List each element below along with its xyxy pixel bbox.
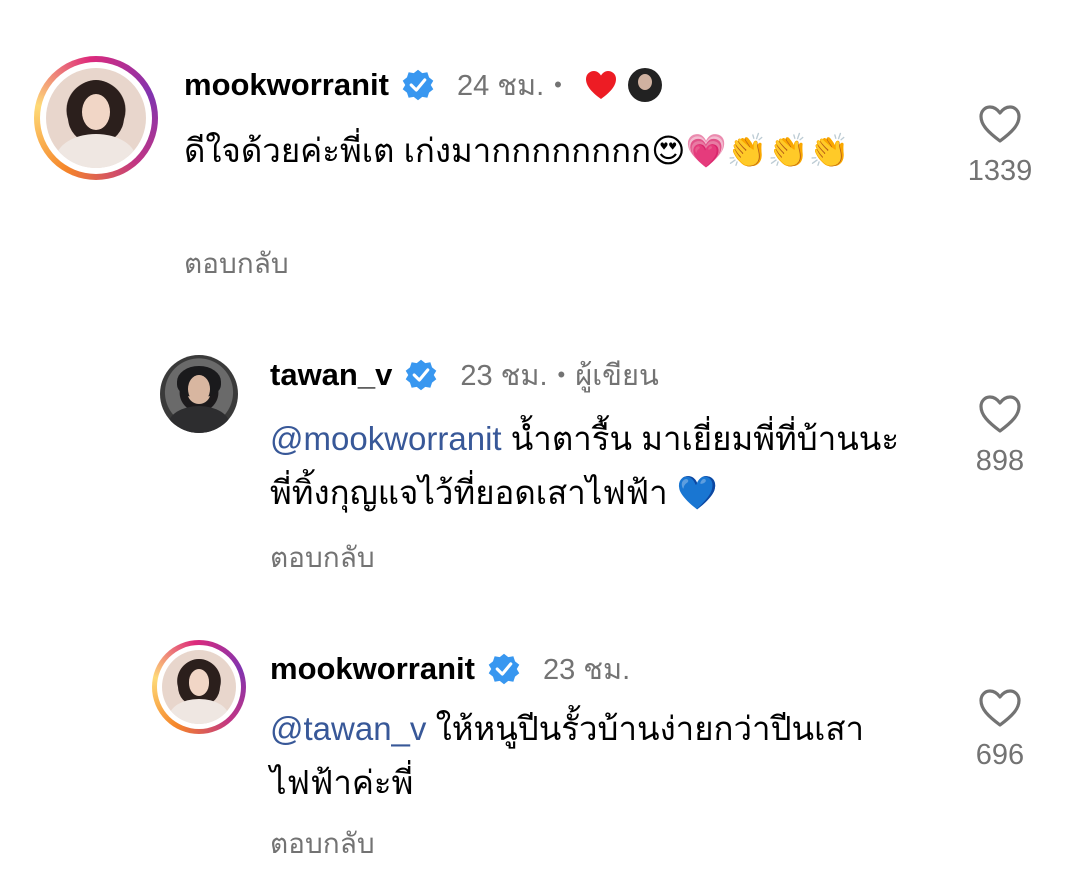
story-ring-avatar[interactable]	[34, 56, 158, 180]
reply-button[interactable]: ตอบกลับ	[270, 822, 375, 866]
reply-button[interactable]: ตอบกลับ	[184, 242, 289, 286]
story-ring-avatar[interactable]	[152, 640, 246, 734]
avatar	[46, 68, 146, 168]
verified-badge-icon	[406, 359, 437, 391]
heart-outline-icon[interactable]	[978, 104, 1022, 144]
timestamp: 23 ชม.	[542, 654, 631, 686]
separator-dot: •	[557, 362, 566, 387]
heart-outline-icon[interactable]	[978, 394, 1022, 434]
separator-dot: •	[554, 72, 562, 97]
timestamp: 24 ชม.	[456, 70, 545, 102]
like-control[interactable]: 696	[950, 688, 1050, 772]
author-label: ผู้เขียน	[575, 360, 659, 392]
like-control[interactable]: 1339	[950, 104, 1050, 188]
username[interactable]: mookworranit	[270, 651, 475, 687]
like-control[interactable]: 898	[950, 394, 1050, 478]
heart-outline-icon[interactable]	[978, 688, 1022, 728]
like-count: 1339	[967, 155, 1033, 187]
comment-text: ดีใจด้วยค่ะพี่เต เก่งมากกกกกกกก😍💗👏👏👏	[184, 132, 850, 169]
avatar-image	[160, 355, 238, 433]
verified-badge-icon	[402, 69, 434, 101]
mention-link[interactable]: @tawan_v	[270, 710, 426, 747]
username[interactable]: mookworranit	[184, 67, 389, 103]
verified-badge-icon	[488, 653, 520, 685]
username[interactable]: tawan_v	[270, 357, 392, 393]
like-count: 696	[975, 739, 1025, 771]
mention-link[interactable]: @mookworranit	[270, 420, 502, 457]
like-count: 898	[975, 445, 1025, 477]
reaction-avatar	[627, 68, 662, 102]
timestamp: 23 ชม.	[460, 360, 548, 392]
comment-text: @mookworranit น้ำตารื้น มาเยี่ยมพี่ที่บ้…	[270, 420, 900, 511]
avatar[interactable]	[160, 355, 238, 433]
heart-reaction-icon[interactable]	[584, 69, 618, 101]
comment-text: @tawan_v ให้หนูปีนรั้วบ้านง่ายกว่าปีนเสา…	[270, 710, 865, 801]
avatar	[162, 650, 236, 724]
reply-button[interactable]: ตอบกลับ	[270, 536, 375, 580]
